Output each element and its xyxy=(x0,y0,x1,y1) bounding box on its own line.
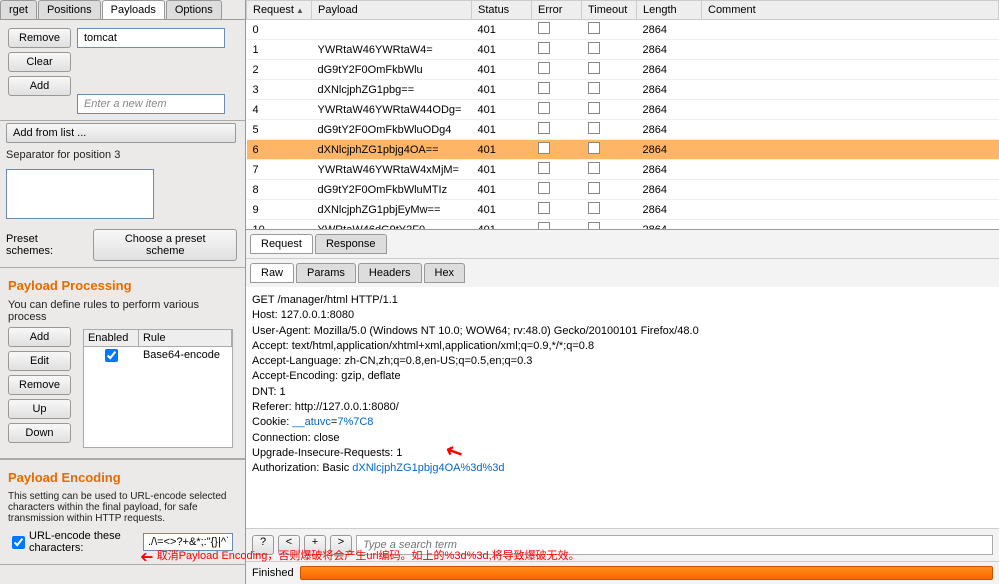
proc-remove-button[interactable]: Remove xyxy=(8,375,71,395)
tab-response[interactable]: Response xyxy=(315,234,387,254)
proc-down-button[interactable]: Down xyxy=(8,423,71,443)
rules-col-enabled: Enabled xyxy=(84,330,139,346)
proc-up-button[interactable]: Up xyxy=(8,399,71,419)
payload-item-input[interactable]: tomcat xyxy=(77,28,225,48)
add-button[interactable]: Add xyxy=(8,76,71,96)
status-finished-label: Finished xyxy=(252,567,294,579)
error-checkbox xyxy=(538,182,550,194)
table-row[interactable]: 10YWRtaW46dG9tY2F04012864 xyxy=(247,220,999,231)
results-table: Request▲ Payload Status Error Timeout Le… xyxy=(246,0,999,230)
timeout-checkbox xyxy=(588,122,600,134)
rules-col-rule: Rule xyxy=(139,330,232,346)
choose-preset-button[interactable]: Choose a preset scheme xyxy=(93,229,237,261)
annotation-text: ➔ 取消Payload Encoding，否则爆破将会产生url编码。如上的%3… xyxy=(140,544,580,564)
separator-input[interactable] xyxy=(6,169,154,219)
table-row[interactable]: 7YWRtaW46YWRtaW4xMjM=4012864 xyxy=(247,160,999,180)
error-checkbox xyxy=(538,42,550,54)
remove-button[interactable]: Remove xyxy=(8,28,71,48)
col-request[interactable]: Request▲ xyxy=(247,1,312,20)
timeout-checkbox xyxy=(588,142,600,154)
clear-button[interactable]: Clear xyxy=(8,52,71,72)
tab-target[interactable]: rget xyxy=(0,0,37,19)
encoding-title: Payload Encoding xyxy=(6,466,239,489)
col-payload[interactable]: Payload xyxy=(312,1,472,20)
separator-label: Separator for position 3 xyxy=(0,145,245,165)
tab-headers[interactable]: Headers xyxy=(358,263,422,283)
main-tabs: rget Positions Payloads Options xyxy=(0,0,245,20)
table-row[interactable]: 5dG9tY2F0OmFkbWluODg44012864 xyxy=(247,120,999,140)
proc-edit-button[interactable]: Edit xyxy=(8,351,71,371)
error-checkbox xyxy=(538,102,550,114)
processing-title: Payload Processing xyxy=(6,274,239,297)
table-row[interactable]: 04012864 xyxy=(247,20,999,40)
col-length[interactable]: Length xyxy=(637,1,702,20)
rules-table: Enabled Rule Base64-encode xyxy=(83,329,233,448)
request-response-tabs: Request Response xyxy=(246,230,999,259)
col-timeout[interactable]: Timeout xyxy=(582,1,637,20)
timeout-checkbox xyxy=(588,162,600,174)
tab-raw[interactable]: Raw xyxy=(250,263,294,283)
error-checkbox xyxy=(538,162,550,174)
timeout-checkbox xyxy=(588,82,600,94)
table-row[interactable]: 8dG9tY2F0OmFkbWluMTIz4012864 xyxy=(247,180,999,200)
preset-label: Preset schemes: xyxy=(6,233,87,257)
error-checkbox xyxy=(538,222,550,230)
timeout-checkbox xyxy=(588,182,600,194)
error-checkbox xyxy=(538,62,550,74)
timeout-checkbox xyxy=(588,42,600,54)
tab-hex[interactable]: Hex xyxy=(424,263,466,283)
col-status[interactable]: Status xyxy=(472,1,532,20)
table-row[interactable]: 1YWRtaW46YWRtaW4=4012864 xyxy=(247,40,999,60)
tab-options[interactable]: Options xyxy=(166,0,222,19)
timeout-checkbox xyxy=(588,202,600,214)
timeout-checkbox xyxy=(588,62,600,74)
error-checkbox xyxy=(538,82,550,94)
tab-params[interactable]: Params xyxy=(296,263,356,283)
timeout-checkbox xyxy=(588,22,600,34)
url-encode-label: URL-encode these characters: xyxy=(29,530,139,554)
error-checkbox xyxy=(538,122,550,134)
tab-request[interactable]: Request xyxy=(250,234,313,254)
add-from-list-button[interactable]: Add from list ... xyxy=(6,123,236,143)
rule-value: Base64-encode xyxy=(139,347,232,367)
table-row[interactable]: 2dG9tY2F0OmFkbWlu4012864 xyxy=(247,60,999,80)
progress-bar xyxy=(300,566,993,580)
view-tabs: Raw Params Headers Hex xyxy=(246,259,999,287)
error-checkbox xyxy=(538,202,550,214)
url-encode-checkbox[interactable] xyxy=(12,536,25,549)
timeout-checkbox xyxy=(588,102,600,114)
col-error[interactable]: Error xyxy=(532,1,582,20)
error-checkbox xyxy=(538,142,550,154)
raw-request-area[interactable]: GET /manager/html HTTP/1.1 Host: 127.0.0… xyxy=(246,287,999,528)
table-row[interactable]: 9dXNlcjphZG1pbjEyMw==4012864 xyxy=(247,200,999,220)
table-row[interactable]: 6dXNlcjphZG1pbjg4OA==4012864 xyxy=(247,140,999,160)
table-row[interactable]: 4YWRtaW46YWRtaW44ODg=4012864 xyxy=(247,100,999,120)
sort-asc-icon: ▲ xyxy=(296,6,304,15)
table-row[interactable]: 3dXNlcjphZG1pbg==4012864 xyxy=(247,80,999,100)
new-item-input[interactable]: Enter a new item xyxy=(77,94,225,114)
tab-payloads[interactable]: Payloads xyxy=(102,0,165,19)
rule-enabled-checkbox[interactable] xyxy=(105,349,118,362)
encoding-desc: This setting can be used to URL-encode s… xyxy=(6,489,239,526)
processing-desc: You can define rules to perform various … xyxy=(6,297,239,325)
error-checkbox xyxy=(538,22,550,34)
tab-positions[interactable]: Positions xyxy=(38,0,101,19)
col-comment[interactable]: Comment xyxy=(702,1,999,20)
proc-add-button[interactable]: Add xyxy=(8,327,71,347)
timeout-checkbox xyxy=(588,222,600,230)
